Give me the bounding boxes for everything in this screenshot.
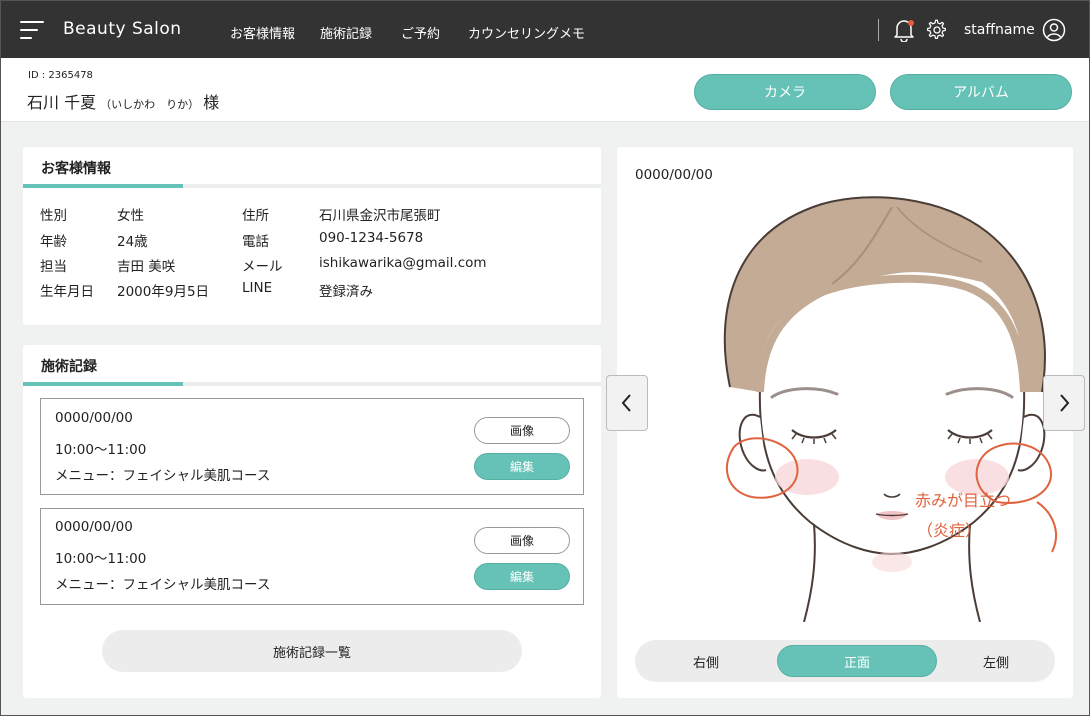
view-option-right[interactable]: 右側 (635, 640, 777, 682)
nav-item-counseling-memo[interactable]: カウンセリングメモ (468, 23, 585, 42)
view-angle-selector: 右側 正面 左側 (635, 640, 1055, 682)
record-menu: メニュー：フェイシャル美肌コース (55, 577, 271, 593)
record-date: 0000/00/00 (55, 519, 133, 535)
previous-image-button[interactable] (606, 375, 648, 431)
record-edit-button[interactable]: 編集 (474, 563, 570, 590)
card-divider-accent (23, 184, 183, 188)
hamburger-menu-icon[interactable] (20, 20, 44, 40)
face-illustration (723, 196, 1057, 622)
user-account-icon[interactable] (1042, 18, 1066, 42)
info-label-gender: 性別 (40, 208, 67, 224)
info-label-email: メール (242, 259, 283, 275)
username[interactable]: staffname (964, 22, 1035, 38)
annotation-note-sub: （炎症） (917, 521, 982, 540)
info-label-line: LINE (242, 280, 273, 296)
treatment-record-item: 0000/00/00 10:00〜11:00 メニュー：フェイシャル美肌コース … (40, 508, 584, 605)
face-image-panel: 0000/00/00 赤みが目立つ （炎症） 右側 正面 左側 (617, 147, 1073, 698)
record-menu: メニュー：フェイシャル美肌コース (55, 468, 271, 484)
card-divider-accent (23, 382, 183, 386)
view-option-front[interactable]: 正面 (777, 640, 937, 682)
info-label-phone: 電話 (242, 234, 269, 250)
customer-name-kanji: 石川 千夏 (27, 93, 97, 112)
info-label-age: 年齢 (40, 234, 67, 250)
nav-item-treatment-records[interactable]: 施術記録 (320, 23, 372, 42)
customer-info-card: お客様情報 性別 女性 年齢 24歳 担当 吉田 美咲 生年月日 2000年9月… (23, 147, 601, 325)
treatment-records-list-button[interactable]: 施術記録一覧 (102, 630, 522, 672)
info-value-line: 登録済み (319, 284, 373, 300)
customer-name-kana: （いしかわ りか） (100, 98, 200, 111)
record-time: 10:00〜11:00 (55, 442, 147, 458)
treatment-record-item: 0000/00/00 10:00〜11:00 メニュー：フェイシャル美肌コース … (40, 398, 584, 495)
customer-info-title: お客様情報 (41, 161, 111, 177)
info-label-address: 住所 (242, 208, 269, 224)
image-date: 0000/00/00 (635, 167, 713, 183)
settings-gear-icon[interactable] (926, 19, 948, 41)
customer-name: 石川 千夏 （いしかわ りか）様 (27, 89, 219, 113)
app-brand: Beauty Salon (63, 19, 182, 39)
info-label-birthday: 生年月日 (40, 284, 94, 300)
info-value-birthday: 2000年9月5日 (117, 284, 210, 300)
customer-honorific: 様 (203, 93, 220, 112)
album-button[interactable]: アルバム (890, 74, 1072, 110)
record-edit-button[interactable]: 編集 (474, 453, 570, 480)
top-navigation-bar: Beauty Salon お客様情報 施術記録 ご予約 カウンセリングメモ st… (0, 0, 1090, 58)
record-image-button[interactable]: 画像 (474, 417, 570, 444)
annotation-note: 赤みが目立つ (915, 491, 1012, 510)
chevron-left-icon (621, 394, 631, 412)
info-value-email: ishikawarika@gmail.com (319, 255, 487, 271)
info-value-staff: 吉田 美咲 (117, 259, 176, 275)
info-value-gender: 女性 (117, 208, 144, 224)
next-image-button[interactable] (1043, 375, 1085, 431)
notification-dot (908, 20, 914, 26)
record-image-button[interactable]: 画像 (474, 527, 570, 554)
nav-divider (878, 19, 879, 41)
customer-id: ID : 2365478 (28, 70, 93, 81)
view-option-left[interactable]: 左側 (937, 640, 1055, 682)
info-label-staff: 担当 (40, 259, 67, 275)
record-time: 10:00〜11:00 (55, 551, 147, 567)
treatment-records-title: 施術記録 (41, 359, 97, 375)
nav-item-customer-info[interactable]: お客様情報 (230, 23, 295, 42)
treatment-records-card: 施術記録 0000/00/00 10:00〜11:00 メニュー：フェイシャル美… (23, 345, 601, 698)
info-value-age: 24歳 (117, 234, 148, 250)
camera-button[interactable]: カメラ (694, 74, 876, 110)
chevron-right-icon (1060, 394, 1070, 412)
record-date: 0000/00/00 (55, 410, 133, 426)
info-value-phone: 090-1234-5678 (319, 230, 424, 246)
nav-item-reservations[interactable]: ご予約 (401, 23, 440, 42)
info-value-address: 石川県金沢市尾張町 (319, 208, 441, 224)
